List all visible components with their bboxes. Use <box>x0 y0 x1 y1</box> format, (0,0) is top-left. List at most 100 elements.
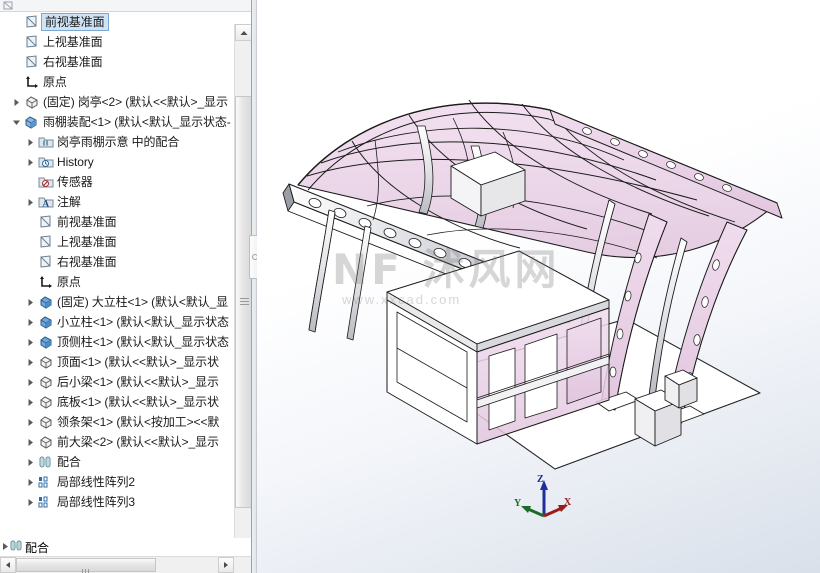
chevron-right-icon[interactable] <box>24 492 37 512</box>
tree-item-label: 前大梁<2> (默认<<默认>_显示 <box>57 435 219 449</box>
chevron-right-icon[interactable] <box>24 192 37 212</box>
chevron-right-icon <box>224 562 228 568</box>
origin-icon <box>39 275 52 288</box>
part-gray-icon <box>37 394 54 410</box>
tree-item-21[interactable]: 前大梁<2> (默认<<默认>_显示 <box>0 432 232 452</box>
plane-icon <box>40 234 50 248</box>
tree-item-5[interactable]: 雨棚装配<1> (默认<默认_显示状态- <box>0 112 232 132</box>
tree-item-3[interactable]: 原点 <box>0 72 232 92</box>
coordinate-triad: Z X Y <box>514 474 572 518</box>
tree-item-12[interactable]: 右视基准面 <box>0 252 232 272</box>
tree-item-label: 右视基准面 <box>43 55 103 69</box>
history-folder-icon <box>38 157 53 167</box>
triad-z-axis: Z <box>537 474 548 516</box>
tree-item-9[interactable]: A 注解 <box>0 192 232 212</box>
sensor-folder-icon <box>37 174 54 190</box>
chevron-right-icon[interactable] <box>24 392 37 412</box>
tree-item-label: 领条架<1> (默认<按加工><<默 <box>57 415 220 429</box>
chevron-right-icon[interactable] <box>24 432 37 452</box>
tree-item-11[interactable]: 上视基准面 <box>0 232 232 252</box>
chevron-down-icon[interactable] <box>10 112 23 132</box>
tree-scroll-area[interactable]: 前视基准面 上视基准面 右视基准面 原点 (固定) 岗亭<2> (默认<<默认>_显示雨… <box>0 12 251 538</box>
tree-item-label: 小立柱<1> (默认<默认_显示状态 <box>57 315 229 329</box>
tree-bottom-expander[interactable] <box>2 540 9 554</box>
part-blue-icon <box>40 315 51 329</box>
part-blue-icon <box>37 334 54 350</box>
tree-item-24[interactable]: 局部线性阵列3 <box>0 492 232 512</box>
plane-icon <box>26 34 36 48</box>
tree-item-label: (固定) 岗亭<2> (默认<<默认>_显示 <box>43 95 228 109</box>
part-gray-icon <box>37 434 54 450</box>
plane-icon <box>23 34 40 50</box>
chevron-right-icon[interactable] <box>24 412 37 432</box>
tree-item-4[interactable]: (固定) 岗亭<2> (默认<<默认>_显示 <box>0 92 232 112</box>
tree-vertical-scrollbar[interactable] <box>234 24 251 538</box>
part-gray-icon <box>40 395 51 409</box>
tree-item-label: 岗亭雨棚示意 中的配合 <box>57 135 180 149</box>
tree-item-22[interactable]: 配合 <box>0 452 232 472</box>
chevron-left-icon <box>6 562 10 568</box>
annotations-folder-icon: A <box>38 197 53 208</box>
tree-item-7[interactable]: History <box>0 152 232 172</box>
tree-item-1[interactable]: 上视基准面 <box>0 32 232 52</box>
plane-icon <box>37 254 54 270</box>
tree-horizontal-scroll-thumb[interactable] <box>16 558 156 573</box>
part-blue-icon <box>40 295 51 309</box>
scroll-up-button[interactable] <box>235 24 251 41</box>
chevron-right-icon[interactable] <box>24 152 37 172</box>
plane-icon <box>40 254 50 268</box>
tree-item-13[interactable]: 原点 <box>0 272 232 292</box>
chevron-right-icon[interactable] <box>10 92 23 112</box>
tree-item-2[interactable]: 右视基准面 <box>0 52 232 72</box>
tree-item-0[interactable]: 前视基准面 <box>0 12 232 32</box>
tree-item-label: 局部线性阵列3 <box>57 495 135 509</box>
mates-folder-icon <box>37 134 54 150</box>
linear-pattern-icon <box>38 496 47 507</box>
tree-item-label: 顶侧柱<1> (默认<默认_显示状态 <box>57 335 229 349</box>
svg-text:A: A <box>42 198 49 208</box>
tree-horizontal-scrollbar[interactable] <box>0 556 251 573</box>
tree-item-15[interactable]: 小立柱<1> (默认<默认_显示状态 <box>0 312 232 332</box>
tree-item-19[interactable]: 底板<1> (默认<<默认>_显示状 <box>0 392 232 412</box>
tree-item-17[interactable]: 顶面<1> (默认<<默认>_显示状 <box>0 352 232 372</box>
tree-item-23[interactable]: 局部线性阵列2 <box>0 472 232 492</box>
tree-item-label: (固定) 大立柱<1> (默认<默认_显 <box>57 295 229 309</box>
scroll-left-button[interactable] <box>0 557 16 573</box>
tree-item-20[interactable]: 领条架<1> (默认<按加工><<默 <box>0 412 232 432</box>
triad-x-axis: X <box>543 497 572 518</box>
tree-bottom-row[interactable]: 配合 <box>0 538 251 556</box>
tree-item-label: 配合 <box>57 455 81 469</box>
chevron-right-icon[interactable] <box>24 292 37 312</box>
tree-item-16[interactable]: 顶侧柱<1> (默认<默认_显示状态 <box>0 332 232 352</box>
part-gray-icon <box>40 375 51 389</box>
tree-item-6[interactable]: 岗亭雨棚示意 中的配合 <box>0 132 232 152</box>
part-blue-icon <box>37 314 54 330</box>
tree-item-18[interactable]: 后小梁<1> (默认<<默认>_显示 <box>0 372 232 392</box>
tree-vertical-scroll-thumb[interactable] <box>235 96 251 508</box>
chevron-right-icon[interactable] <box>24 332 37 352</box>
scroll-right-button[interactable] <box>218 557 234 573</box>
tree-item-10[interactable]: 前视基准面 <box>0 212 232 232</box>
tree-item-14[interactable]: (固定) 大立柱<1> (默认<默认_显 <box>0 292 232 312</box>
part-gray-icon <box>40 415 51 429</box>
chevron-right-icon[interactable] <box>24 472 37 492</box>
part-gray-icon <box>37 374 54 390</box>
plane-icon <box>23 54 40 70</box>
chevron-right-icon[interactable] <box>24 372 37 392</box>
tree-filter-icon[interactable] <box>3 1 13 10</box>
sensor-folder-icon <box>38 177 53 187</box>
chevron-right-icon[interactable] <box>24 452 37 472</box>
tree-item-label: 注解 <box>57 195 81 209</box>
graphics-viewport[interactable]: NF 沭风网 www.xxcad.com Z X Y <box>257 0 820 573</box>
triad-x-label: X <box>564 497 572 508</box>
tree-item-label: 上视基准面 <box>43 35 103 49</box>
tree-item-8[interactable]: 传感器 <box>0 172 232 192</box>
chevron-right-icon[interactable] <box>24 352 37 372</box>
chevron-right-icon[interactable] <box>24 312 37 332</box>
tree-item-label: 雨棚装配<1> (默认<默认_显示状态- <box>43 115 231 129</box>
chevron-right-icon[interactable] <box>24 132 37 152</box>
mates-icon <box>39 456 50 467</box>
